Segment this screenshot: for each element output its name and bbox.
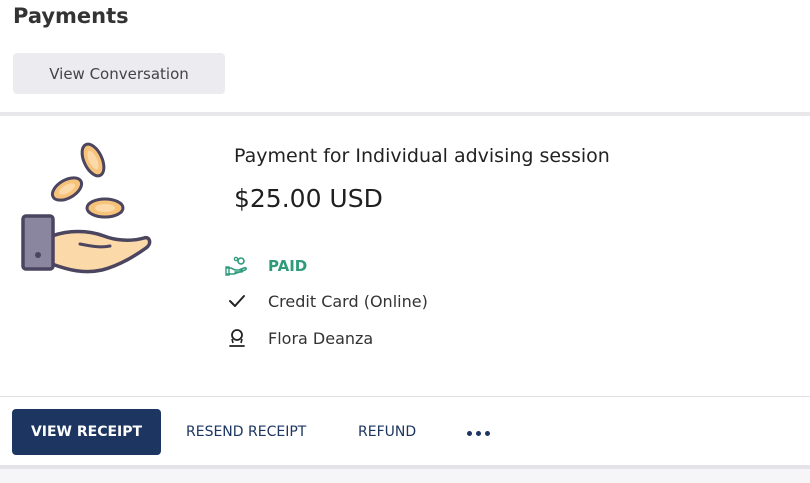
view-conversation-button[interactable]: View Conversation: [13, 53, 225, 94]
checkmark-icon: [224, 290, 250, 312]
footer-area: [0, 469, 810, 483]
payment-status-row: PAID: [224, 255, 307, 277]
payment-person-row: Flora Deanza: [224, 327, 373, 349]
hand-with-coins-icon: [21, 142, 152, 274]
payment-status-badge: PAID: [268, 257, 308, 275]
money-hand-icon: [224, 255, 250, 277]
person-icon: [224, 327, 250, 349]
page-title: Payments: [13, 4, 129, 28]
payment-person: Flora Deanza: [268, 328, 374, 348]
payments-header: Payments View Conversation: [0, 0, 810, 112]
more-horizontal-icon[interactable]: [467, 423, 490, 443]
resend-receipt-button[interactable]: RESEND RECEIPT: [186, 409, 306, 455]
more-dot: [485, 430, 490, 436]
payment-method-row: Credit Card (Online): [224, 290, 428, 312]
payment-actions: VIEW RECEIPT RESEND RECEIPT REFUND: [0, 397, 810, 465]
more-dot: [467, 430, 472, 436]
more-dot: [476, 430, 481, 436]
payment-amount: $25.00 USD: [234, 184, 383, 213]
payment-title: Payment for Individual advising session: [234, 145, 610, 167]
view-receipt-button[interactable]: VIEW RECEIPT: [12, 409, 161, 455]
payment-method: Credit Card (Online): [268, 291, 428, 311]
refund-button[interactable]: REFUND: [358, 409, 416, 455]
